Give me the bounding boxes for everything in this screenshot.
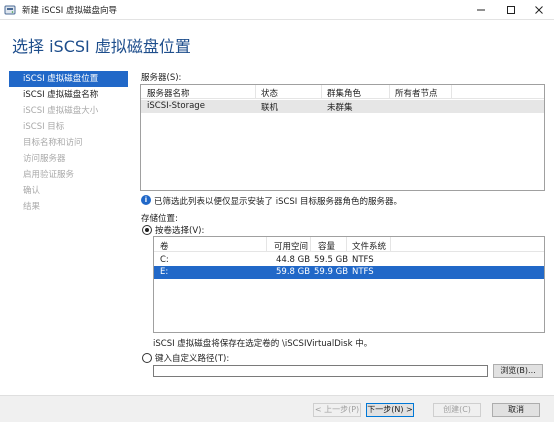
nav-item-results: 结果 xyxy=(23,202,41,212)
capacity-cell: 59.5 GB xyxy=(314,255,349,265)
nav-item-target: iSCSI 目标 xyxy=(23,122,65,132)
info-icon: i xyxy=(141,195,151,205)
nav-item-disk-location[interactable]: iSCSI 虚拟磁盘位置 xyxy=(9,71,128,87)
column-header-volume[interactable]: 卷 xyxy=(160,240,169,252)
column-header-capacity[interactable]: 容量 xyxy=(318,240,335,252)
servers-label: 服务器(S): xyxy=(141,73,182,83)
disk-wizard-icon xyxy=(4,5,16,15)
storage-location-label: 存储位置: xyxy=(141,214,178,224)
column-divider xyxy=(390,237,391,252)
column-divider xyxy=(389,85,390,99)
server-list[interactable]: 服务器名称 状态 群集角色 所有者节点 iSCSI-Storage 联机 未群集 xyxy=(140,84,545,191)
nav-item-disk-size: iSCSI 虚拟磁盘大小 xyxy=(23,106,99,116)
free-space-cell: 59.8 GB xyxy=(276,267,311,277)
column-divider xyxy=(451,85,452,99)
cancel-button[interactable]: 取消 xyxy=(492,403,540,417)
column-header-status[interactable]: 状态 xyxy=(261,87,278,99)
wizard-footer: < 上一步(P) 下一步(N) > 创建(C) 取消 xyxy=(0,395,554,422)
nav-item-confirm: 确认 xyxy=(23,186,41,196)
column-header-cluster-role[interactable]: 群集角色 xyxy=(327,87,361,99)
server-status-cell: 联机 xyxy=(261,103,279,113)
free-space-cell: 44.8 GB xyxy=(276,255,311,265)
by-volume-radio[interactable] xyxy=(142,225,152,235)
volume-cell: C: xyxy=(160,255,169,265)
maximize-button[interactable] xyxy=(496,0,526,20)
create-button[interactable]: 创建(C) xyxy=(433,403,481,417)
by-volume-label[interactable]: 按卷选择(V): xyxy=(155,224,204,236)
table-row-selected[interactable]: E: 59.8 GB 59.9 GB NTFS xyxy=(154,266,544,279)
nav-item-target-name-access: 目标名称和访问 xyxy=(23,138,83,148)
page-title: 选择 iSCSI 虚拟磁盘位置 xyxy=(12,37,191,56)
file-system-cell: NTFS xyxy=(352,255,374,265)
custom-path-radio[interactable] xyxy=(142,353,152,363)
minimize-button[interactable] xyxy=(466,0,496,20)
title-bar: 新建 iSCSI 虚拟磁盘向导 xyxy=(0,0,554,20)
nav-item-disk-name[interactable]: iSCSI 虚拟磁盘名称 xyxy=(9,87,128,103)
volume-cell: E: xyxy=(160,267,169,277)
column-header-server-name[interactable]: 服务器名称 xyxy=(147,87,190,99)
column-divider xyxy=(346,237,347,252)
custom-path-label[interactable]: 键入自定义路径(T): xyxy=(155,352,229,364)
wizard-steps-nav: iSCSI 虚拟磁盘位置 iSCSI 虚拟磁盘名称 iSCSI 虚拟磁盘大小 i… xyxy=(9,71,128,215)
nav-item-access-servers: 访问服务器 xyxy=(23,154,66,164)
column-header-owner-node[interactable]: 所有者节点 xyxy=(395,87,438,99)
minimize-icon xyxy=(477,9,485,11)
volume-list-header: 卷 可用空间 容量 文件系统 xyxy=(154,237,544,252)
column-divider xyxy=(321,85,322,99)
filter-info-text: 已筛选此列表以便仅显示安装了 iSCSI 目标服务器角色的服务器。 xyxy=(154,197,403,207)
window-title: 新建 iSCSI 虚拟磁盘向导 xyxy=(22,6,117,16)
save-location-note: iSCSI 虚拟磁盘将保存在选定卷的 \iSCSIVirtualDisk 中。 xyxy=(153,339,373,349)
custom-path-input[interactable] xyxy=(153,365,488,377)
close-icon xyxy=(535,6,543,14)
browse-button[interactable]: 浏览(B)... xyxy=(493,364,543,378)
volume-list[interactable]: 卷 可用空间 容量 文件系统 C: 44.8 GB 59.5 GB NTFS E… xyxy=(153,236,545,333)
column-header-free-space[interactable]: 可用空间 xyxy=(274,240,308,252)
maximize-icon xyxy=(507,6,515,14)
server-cluster-role-cell: 未群集 xyxy=(327,103,353,113)
column-divider xyxy=(310,237,311,252)
nav-item-enable-auth: 启用验证服务 xyxy=(23,170,75,180)
column-divider xyxy=(266,237,267,252)
server-name-cell: iSCSI-Storage xyxy=(147,101,205,111)
next-button[interactable]: 下一步(N) > xyxy=(366,403,414,417)
column-divider xyxy=(255,85,256,99)
capacity-cell: 59.9 GB xyxy=(314,267,349,277)
file-system-cell: NTFS xyxy=(352,267,374,277)
column-header-file-system[interactable]: 文件系统 xyxy=(352,240,386,252)
server-list-header: 服务器名称 状态 群集角色 所有者节点 xyxy=(141,85,544,99)
close-button[interactable] xyxy=(524,0,554,20)
table-row[interactable]: iSCSI-Storage 联机 未群集 xyxy=(141,100,544,113)
previous-button[interactable]: < 上一步(P) xyxy=(313,403,361,417)
